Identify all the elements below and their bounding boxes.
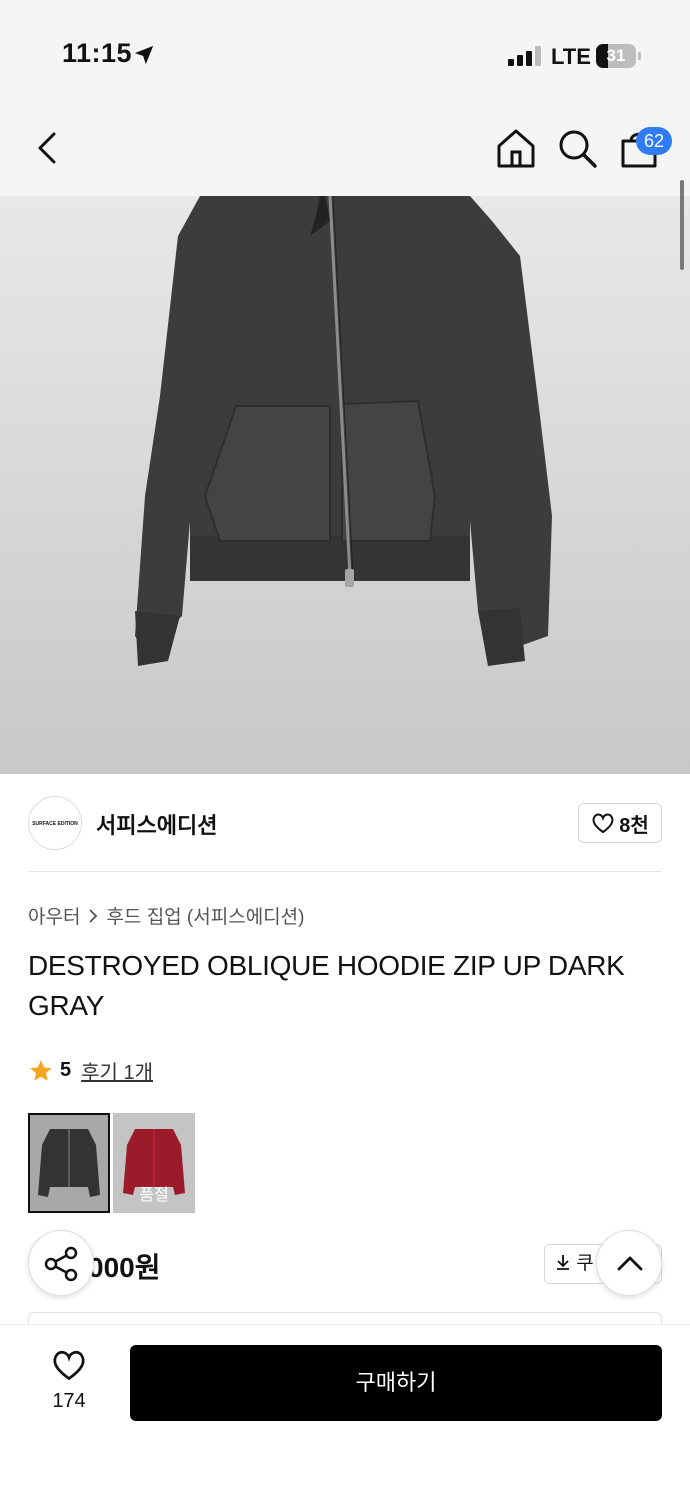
brand-like-button[interactable]: 8천 [578,803,662,843]
sold-out-label: 품절 [139,1187,169,1204]
breadcrumb-category[interactable]: 아우터 [28,902,80,929]
home-icon[interactable] [494,126,538,170]
battery-level: 31 [606,46,626,65]
battery-icon: 31 [596,44,636,68]
chevron-right-icon [89,908,98,923]
brand-name[interactable]: 서피스에디션 [96,808,217,840]
color-swatch-dark-gray[interactable] [28,1113,110,1213]
download-icon [557,1255,569,1270]
search-icon[interactable] [555,126,599,170]
cellular-signal-icon [508,46,542,66]
product-image[interactable] [0,196,690,774]
status-time: 11:15 [62,38,133,68]
scroll-to-top-button[interactable] [596,1230,662,1296]
scroll-indicator[interactable] [680,180,684,270]
location-arrow-icon [134,45,154,65]
battery-cap [638,52,641,60]
rating: 5 후기 1개 [28,1056,153,1085]
hoodie-image [135,196,552,666]
divider [28,871,662,872]
cart-count-badge: 62 [636,127,672,155]
share-button[interactable] [28,1230,94,1296]
review-count-link[interactable]: 후기 1개 [81,1056,153,1085]
star-icon [30,1059,52,1081]
coupon-label: 쿠 [576,1253,594,1274]
status-bar: 11:15 LTE 31 [0,0,690,100]
rating-score: 5 [60,1059,72,1081]
back-chevron-icon[interactable] [26,126,70,170]
wishlist-count: 174 [52,1390,86,1412]
color-swatch-red[interactable]: 품절 [113,1113,195,1213]
top-nav [0,100,690,196]
brand-like-count: 8천 [619,814,649,837]
chevron-up-icon [617,1256,643,1271]
price: 000원 [88,1252,161,1283]
brand-logo[interactable]: SURFACE EDITION [28,796,82,850]
wishlist-button[interactable] [40,1348,98,1387]
network-type: LTE [551,44,591,69]
breadcrumb: 아우터 후드 집업 (서피스에디션) [28,902,304,929]
hoodie-thumbnail [38,1129,100,1197]
share-icon [44,1246,78,1282]
product-title: DESTROYED OBLIQUE HOODIE ZIP UP DARK GRA… [28,950,625,1021]
heart-icon [592,813,614,834]
heart-icon [53,1350,85,1381]
breadcrumb-subcategory[interactable]: 후드 집업 (서피스에디션) [106,902,304,929]
buy-button[interactable]: 구매하기 [130,1345,662,1421]
